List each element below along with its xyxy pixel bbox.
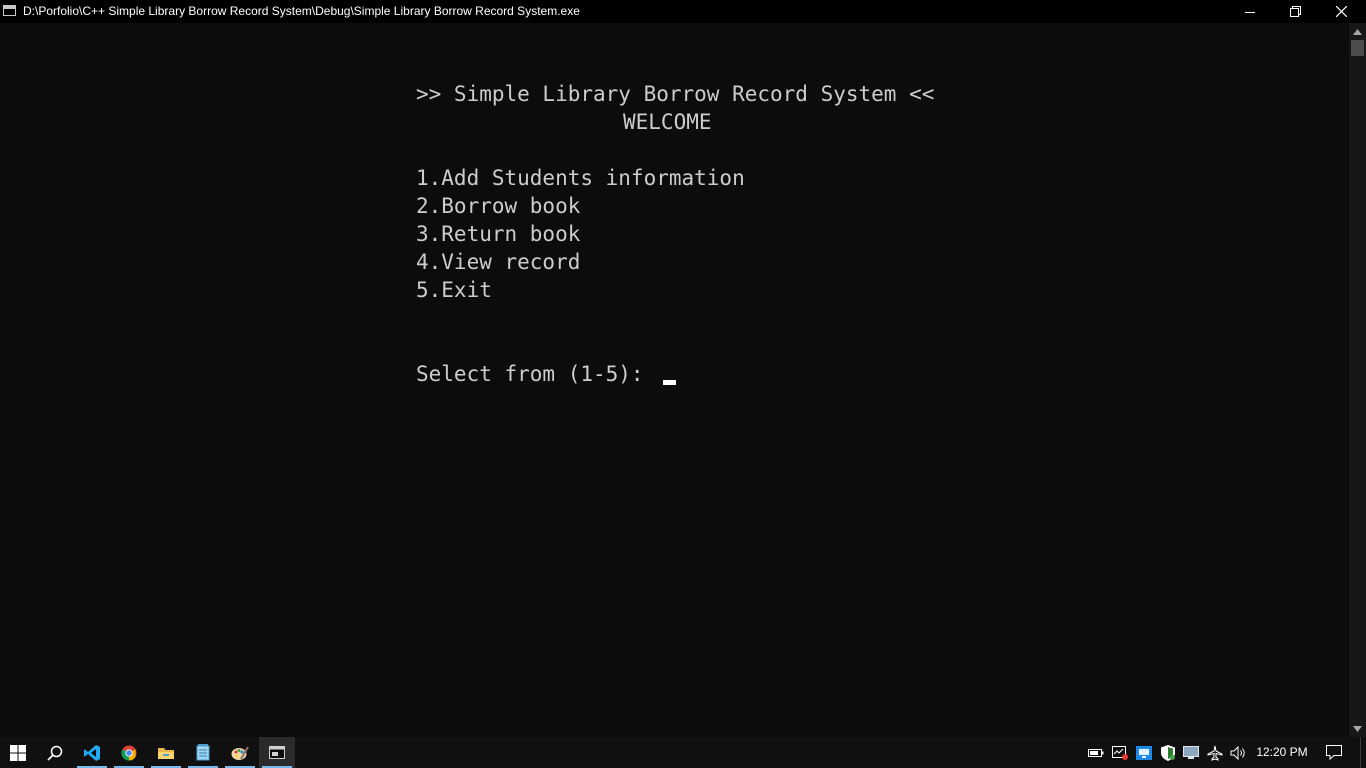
taskbar: 12:20 PM [0, 737, 1366, 768]
menu-option-2: 2.Borrow book [416, 194, 581, 218]
tray-display[interactable] [1181, 737, 1201, 768]
vscode-icon [84, 744, 100, 761]
taskbar-paint[interactable] [222, 737, 258, 768]
scrollbar-thumb[interactable] [1351, 40, 1364, 56]
search-button[interactable] [37, 737, 73, 768]
taskbar-notepad[interactable] [185, 737, 221, 768]
network-icon [1136, 745, 1152, 760]
minimize-button[interactable] [1227, 0, 1273, 23]
airplane-mode-icon [1207, 745, 1223, 761]
taskbar-chrome[interactable] [111, 737, 147, 768]
start-button[interactable] [0, 737, 36, 768]
scroll-up-button[interactable] [1349, 23, 1366, 40]
taskbar-file-explorer[interactable] [148, 737, 184, 768]
taskbar-clock[interactable]: 12:20 PM [1252, 737, 1312, 768]
paint-icon [231, 745, 249, 760]
action-center-button[interactable] [1320, 737, 1348, 768]
notepad-icon [196, 744, 210, 761]
menu-option-3: 3.Return book [416, 222, 581, 246]
volume-icon [1230, 745, 1245, 760]
task-manager-icon [1112, 745, 1128, 760]
search-icon [47, 745, 63, 761]
menu-option-4: 4.View record [416, 250, 581, 274]
menu-option-5: 5.Exit [416, 278, 492, 302]
show-desktop-button[interactable] [1360, 737, 1366, 768]
tray-task-manager[interactable] [1110, 737, 1130, 768]
defender-icon [1161, 744, 1175, 761]
notification-icon [1326, 745, 1342, 760]
console-header: >> Simple Library Borrow Record System <… [416, 82, 935, 106]
close-button[interactable] [1318, 0, 1364, 23]
tray-defender[interactable] [1158, 737, 1178, 768]
console-icon [269, 746, 285, 759]
scroll-up-arrow-icon [1353, 28, 1362, 35]
taskbar-console[interactable] [259, 737, 295, 768]
menu-option-1: 1.Add Students information [416, 166, 745, 190]
console-app-icon [3, 5, 16, 16]
window-titlebar[interactable]: D:\Porfolio\C++ Simple Library Borrow Re… [0, 0, 1366, 23]
taskbar-vscode[interactable] [74, 737, 110, 768]
start-icon [10, 744, 26, 761]
window-title: D:\Porfolio\C++ Simple Library Borrow Re… [23, 4, 580, 18]
restore-icon [1289, 6, 1301, 17]
console-output[interactable]: >> Simple Library Borrow Record System <… [0, 23, 1349, 737]
text-cursor[interactable] [663, 380, 676, 385]
scroll-down-arrow-icon [1353, 725, 1362, 732]
chrome-icon [121, 745, 137, 761]
select-prompt: Select from (1-5): [416, 362, 657, 386]
close-icon [1335, 6, 1347, 17]
restore-button[interactable] [1272, 0, 1318, 23]
battery-icon [1088, 748, 1104, 757]
file-explorer-icon [158, 747, 174, 759]
scroll-down-button[interactable] [1349, 720, 1366, 737]
tray-network[interactable] [1134, 737, 1154, 768]
minimize-icon [1245, 11, 1255, 13]
display-icon [1183, 745, 1199, 759]
tray-battery[interactable] [1087, 737, 1105, 768]
tray-volume[interactable] [1228, 737, 1250, 768]
vertical-scrollbar[interactable] [1349, 23, 1366, 737]
welcome-text: WELCOME [623, 110, 712, 134]
tray-airplane-mode[interactable] [1205, 737, 1225, 768]
